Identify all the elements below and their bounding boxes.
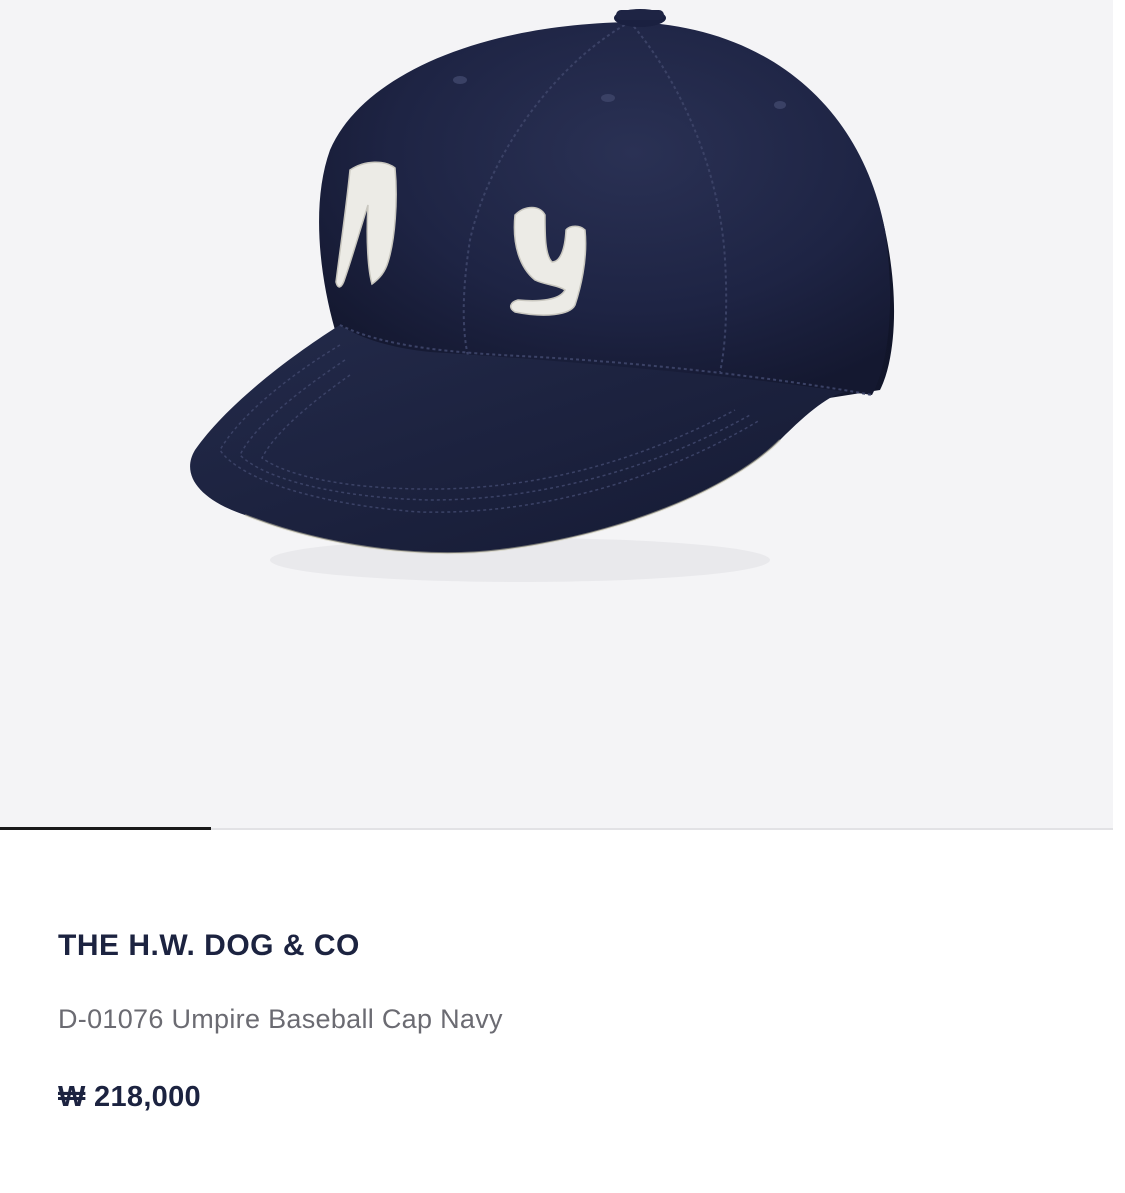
product-info: THE H.W. DOG & CO D-01076 Umpire Basebal… — [58, 920, 1058, 1117]
brand-name[interactable]: THE H.W. DOG & CO — [58, 920, 1058, 972]
product-image-gallery[interactable] — [0, 0, 1113, 828]
gallery-progress-track — [0, 827, 1113, 830]
gallery-progress-indicator — [0, 827, 212, 830]
product-name: D-01076 Umpire Baseball Cap Navy — [58, 1004, 503, 1034]
product-image[interactable] — [0, 0, 1113, 828]
product-price: ₩ 218,000 — [58, 1081, 201, 1113]
product-detail-page: THE H.W. DOG & CO D-01076 Umpire Basebal… — [0, 0, 1125, 1193]
